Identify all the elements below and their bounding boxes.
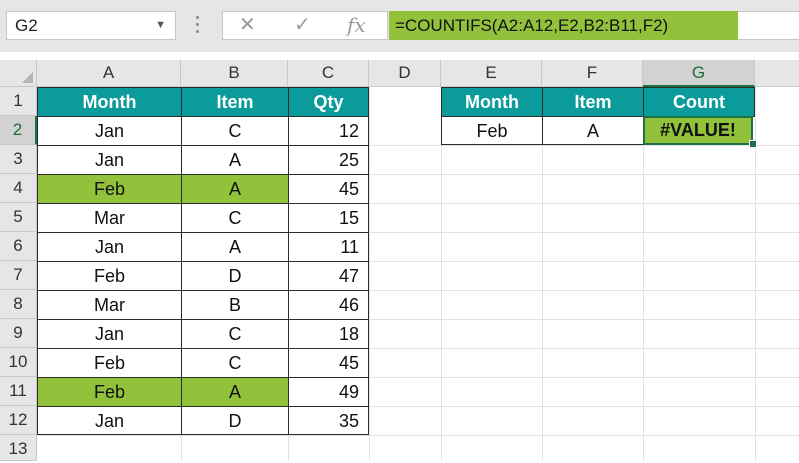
row-header-5[interactable]: 5 (0, 203, 37, 232)
month-cell[interactable]: Jan (37, 116, 182, 146)
item-cell[interactable]: B (181, 290, 289, 320)
month-cell-highlighted[interactable]: Feb (37, 377, 182, 407)
name-box-value: G2 (15, 16, 38, 35)
formula-buttons: ✕ ✓ fx (222, 11, 388, 40)
month-cell[interactable]: Jan (37, 232, 182, 262)
month-cell[interactable]: Mar (37, 203, 182, 233)
drag-handle-icon[interactable] (196, 16, 200, 37)
enter-icon[interactable]: ✓ (294, 12, 311, 39)
qty-cell[interactable]: 11 (288, 232, 369, 262)
row-header-13[interactable]: 13 (0, 435, 37, 461)
qty-cell[interactable]: 35 (288, 406, 369, 435)
item-cell[interactable]: A (181, 145, 289, 175)
item-cell[interactable]: D (181, 406, 289, 435)
insert-function-icon[interactable]: fx (347, 12, 366, 39)
row-header-3[interactable]: 3 (0, 145, 37, 174)
header-month[interactable]: Month (37, 87, 182, 117)
chevron-down-icon[interactable]: ▼ (155, 12, 166, 39)
row-header-2[interactable]: 2 (0, 116, 37, 145)
item-cell-highlighted[interactable]: A (181, 174, 289, 204)
qty-cell[interactable]: 15 (288, 203, 369, 233)
criteria-header-count[interactable]: Count (643, 87, 755, 117)
qty-cell[interactable]: 25 (288, 145, 369, 175)
header-item[interactable]: Item (181, 87, 289, 117)
item-cell[interactable]: C (181, 116, 289, 146)
item-cell[interactable]: C (181, 348, 289, 378)
row-header-7[interactable]: 7 (0, 261, 37, 290)
row-header-1[interactable]: 1 (0, 87, 37, 116)
month-cell[interactable]: Jan (37, 319, 182, 349)
month-cell[interactable]: Jan (37, 145, 182, 175)
month-cell[interactable]: Mar (37, 290, 182, 320)
month-cell[interactable]: Feb (37, 261, 182, 291)
column-header-b[interactable]: B (181, 60, 288, 87)
row-header-10[interactable]: 10 (0, 348, 37, 377)
column-header-f[interactable]: F (542, 60, 643, 87)
row-header-12[interactable]: 12 (0, 406, 37, 435)
header-qty[interactable]: Qty (288, 87, 369, 117)
criteria-header-month[interactable]: Month (441, 87, 543, 117)
qty-cell[interactable]: 45 (288, 348, 369, 378)
item-cell[interactable]: D (181, 261, 289, 291)
item-cell-highlighted[interactable]: A (181, 377, 289, 407)
item-cell[interactable]: C (181, 319, 289, 349)
qty-cell[interactable]: 49 (288, 377, 369, 407)
formula-input[interactable]: =COUNTIFS(A2:A12,E2,B2:B11,F2) (389, 11, 738, 40)
column-header-g[interactable]: G (643, 60, 755, 87)
column-header-e[interactable]: E (441, 60, 542, 87)
qty-cell[interactable]: 47 (288, 261, 369, 291)
criteria-header-item[interactable]: Item (542, 87, 644, 117)
qty-cell[interactable]: 46 (288, 290, 369, 320)
item-cell[interactable]: A (181, 232, 289, 262)
item-cell[interactable]: C (181, 203, 289, 233)
fill-handle[interactable] (749, 140, 757, 148)
count-result-cell[interactable]: #VALUE! (643, 116, 753, 145)
month-cell[interactable]: Jan (37, 406, 182, 435)
qty-cell[interactable]: 18 (288, 319, 369, 349)
column-header-h[interactable] (755, 60, 799, 87)
criteria-month-cell[interactable]: Feb (441, 116, 543, 145)
row-header-11[interactable]: 11 (0, 377, 37, 406)
month-cell-highlighted[interactable]: Feb (37, 174, 182, 204)
qty-cell[interactable]: 45 (288, 174, 369, 204)
select-all-button[interactable] (0, 60, 37, 87)
formula-bar: G2 ▼ ✕ ✓ fx =COUNTIFS(A2:A12,E2,B2:B11,F… (0, 0, 799, 52)
row-header-6[interactable]: 6 (0, 232, 37, 261)
name-box[interactable]: G2 ▼ (6, 11, 176, 40)
column-header-a[interactable]: A (37, 60, 181, 87)
criteria-item-cell[interactable]: A (542, 116, 644, 145)
row-header-8[interactable]: 8 (0, 290, 37, 319)
row-header-4[interactable]: 4 (0, 174, 37, 203)
column-header-c[interactable]: C (288, 60, 369, 87)
formula-input-remainder[interactable] (738, 11, 799, 40)
row-header-9[interactable]: 9 (0, 319, 37, 348)
qty-cell[interactable]: 12 (288, 116, 369, 146)
column-header-d[interactable]: D (369, 60, 441, 87)
cancel-icon[interactable]: ✕ (239, 12, 256, 39)
month-cell[interactable]: Feb (37, 348, 182, 378)
